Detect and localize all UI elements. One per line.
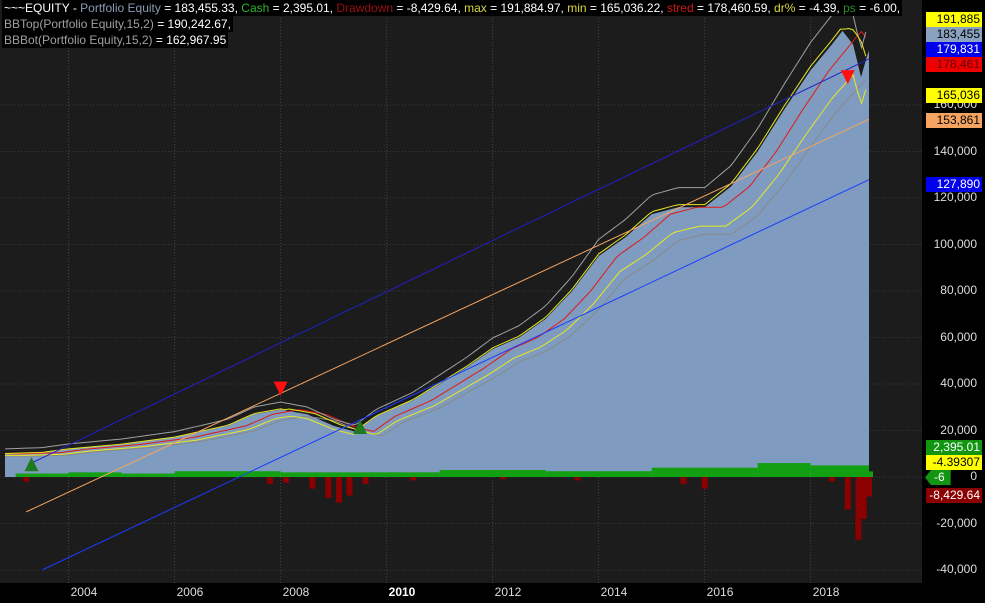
drawdown-bar [828, 477, 835, 482]
drawdown-bar [309, 477, 316, 489]
equity-chart-window: ~~~EQUITY - Portfolio Equity = 183,455.3… [0, 0, 985, 603]
drawdown-bar [362, 477, 369, 484]
bbbot-value: = 162,967.95 [152, 33, 227, 47]
value-label: 165,036 [926, 88, 982, 103]
x-tick-label: 2010 [388, 585, 416, 599]
drawdown-bar [410, 477, 417, 481]
cash-bar [68, 472, 122, 477]
pe-label: Portfolio Equity [80, 1, 161, 15]
value-label: 179,831 [926, 42, 982, 57]
x-tick-label: 2014 [600, 585, 628, 599]
y-tick-label: 40,000 [940, 376, 977, 390]
stred-label: stred [666, 1, 694, 15]
stred-value: = 178,460.59, [693, 1, 775, 15]
x-tick-label: 2012 [494, 585, 522, 599]
y-tick-label: 120,000 [933, 190, 977, 204]
value-label: 2,395.01 [926, 440, 982, 455]
min-label: min [567, 1, 587, 15]
drawdown-bar [701, 477, 708, 489]
header-line-1: ~~~EQUITY - Portfolio Equity = 183,455.3… [2, 0, 903, 16]
cash-bar [545, 471, 652, 477]
cash-value: = 2,395.01, [269, 1, 337, 15]
x-tick-label: 2008 [282, 585, 310, 599]
drawdown-value: = -8,429.64, [393, 1, 465, 15]
cash-bar [651, 467, 758, 477]
cash-bar [15, 473, 69, 477]
x-tick-label: 2006 [176, 585, 204, 599]
equity-chart[interactable] [0, 0, 922, 583]
max-value: = 191,884.97, [486, 1, 568, 15]
drawdown-bar [325, 477, 332, 498]
x-tick-label: 2018 [812, 585, 840, 599]
drawdown-bar [855, 477, 862, 540]
value-label: -4.39307 [926, 455, 982, 470]
equity-area [5, 30, 869, 478]
cash-bar [810, 465, 869, 477]
header-line-3: BBBot(Portfolio Equity,15,2) = 162,967.9… [2, 32, 229, 48]
cash-bar [868, 471, 873, 477]
symbol: ~~~EQUITY - [4, 1, 81, 15]
y-tick-label: 60,000 [940, 329, 977, 344]
bbtop-value: = 190,242.67, [153, 17, 231, 31]
dr-label: dr% [774, 1, 796, 15]
cash-label: Cash [241, 1, 270, 15]
y-tick-label: 140,000 [933, 143, 977, 158]
value-label: 191,885 [926, 12, 982, 27]
drawdown-bar [844, 477, 851, 510]
dr-value: = -4.39, [795, 1, 844, 15]
drawdown-bar [860, 477, 867, 519]
sell-arrow-icon [273, 381, 288, 396]
y-tick-label: 0 [970, 469, 977, 483]
value-label: -8,429.64 [926, 488, 982, 503]
cash-bar [439, 470, 546, 477]
ps-marker: -6 [925, 470, 951, 485]
y-tick-label: 80,000 [940, 283, 977, 297]
bbtop-label: BBTop(Portfolio Equity,15,2) [4, 17, 154, 31]
ps-label: ps [843, 1, 856, 15]
drawdown-bar [23, 477, 30, 482]
header-line-2: BBTop(Portfolio Equity,15,2) = 190,242.6… [2, 16, 233, 32]
drawdown-bar [500, 477, 507, 480]
pe-value: = 183,455.33, [160, 1, 242, 15]
max-label: max [464, 1, 487, 15]
y-tick-label: -20,000 [936, 515, 977, 530]
y-tick-label: -40,000 [936, 562, 977, 576]
drawdown-bar [865, 477, 872, 497]
drawdown-bar [680, 477, 687, 484]
value-label: 178,461 [926, 57, 982, 72]
drawdown-bar [346, 477, 353, 496]
y-tick-label: 100,000 [933, 236, 977, 251]
cash-bar [757, 463, 811, 477]
drawdown-bar [282, 477, 289, 483]
value-label: 153,861 [926, 113, 982, 128]
drawdown-label: Drawdown [336, 1, 394, 15]
ps-value: = -6.00, [855, 1, 901, 15]
bbbot-label: BBBot(Portfolio Equity,15,2) [4, 33, 153, 47]
drawdown-bar [574, 477, 581, 481]
cash-bar [280, 472, 440, 477]
cash-bar [121, 473, 175, 477]
min-value: = 165,036.22, [586, 1, 667, 15]
value-label: 127,890 [926, 177, 982, 192]
value-label: 183,455 [926, 27, 982, 42]
drawdown-bar [267, 477, 274, 484]
plot-area[interactable] [0, 0, 922, 583]
y-tick-label: 20,000 [940, 422, 977, 437]
x-tick-label: 2004 [70, 585, 98, 599]
drawdown-bar [335, 477, 342, 503]
cash-bar [174, 471, 281, 477]
x-tick-label: 2016 [706, 585, 734, 599]
